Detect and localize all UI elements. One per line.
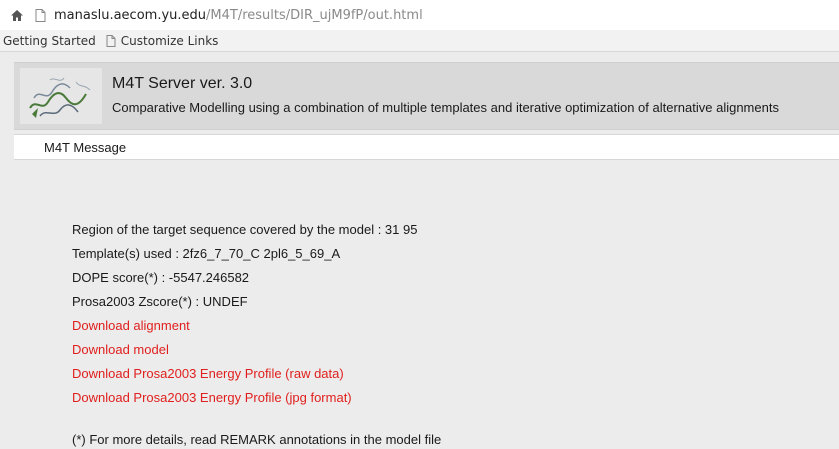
url-path: /M4T/results/DIR_ujM9fP/out.html [206,7,423,23]
bookmark-customize-links[interactable]: Customize Links [106,33,219,48]
bookmark-getting-started[interactable]: Getting Started [3,34,96,48]
bookmark-label: Customize Links [120,33,219,48]
footnote-text: (*) For more details, read REMARK annota… [72,432,442,447]
server-header: M4T Server ver. 3.0 Comparative Modellin… [14,62,839,130]
server-title: M4T Server ver. 3.0 [112,75,253,92]
bookmark-label: Getting Started [3,33,96,48]
download-profile-jpg-link[interactable]: Download Prosa2003 Energy Profile (jpg f… [72,386,417,410]
results-list: Region of the target sequence covered by… [72,218,417,410]
message-label: M4T Message [44,140,127,155]
server-subtitle: Comparative Modelling using a combinatio… [112,100,779,115]
page-icon [106,34,116,47]
protein-structure-logo [20,68,102,124]
message-bar: M4T Message [14,134,839,160]
download-model-link[interactable]: Download model [72,338,417,362]
prosa-zscore-text: Prosa2003 Zscore(*) : UNDEF [72,294,248,309]
download-alignment-link[interactable]: Download alignment [72,314,417,338]
url-host: manaslu.aecom.yu.edu [54,7,207,23]
templates-used-text: Template(s) used : 2fz6_7_70_C 2pl6_5_69… [72,246,341,261]
page-content: M4T Server ver. 3.0 Comparative Modellin… [0,52,839,449]
address-bar[interactable]: manaslu.aecom.yu.edu/M4T/results/DIR_ujM… [0,0,839,31]
url-text[interactable]: manaslu.aecom.yu.edu/M4T/results/DIR_ujM… [54,8,423,23]
dope-score-text: DOPE score(*) : -5547.246582 [72,270,250,285]
home-icon[interactable] [10,8,24,22]
bookmarks-bar: Getting Started Customize Links [0,30,839,52]
region-coverage-text: Region of the target sequence covered by… [72,222,418,237]
page-icon [34,8,46,22]
download-profile-raw-link[interactable]: Download Prosa2003 Energy Profile (raw d… [72,362,417,386]
